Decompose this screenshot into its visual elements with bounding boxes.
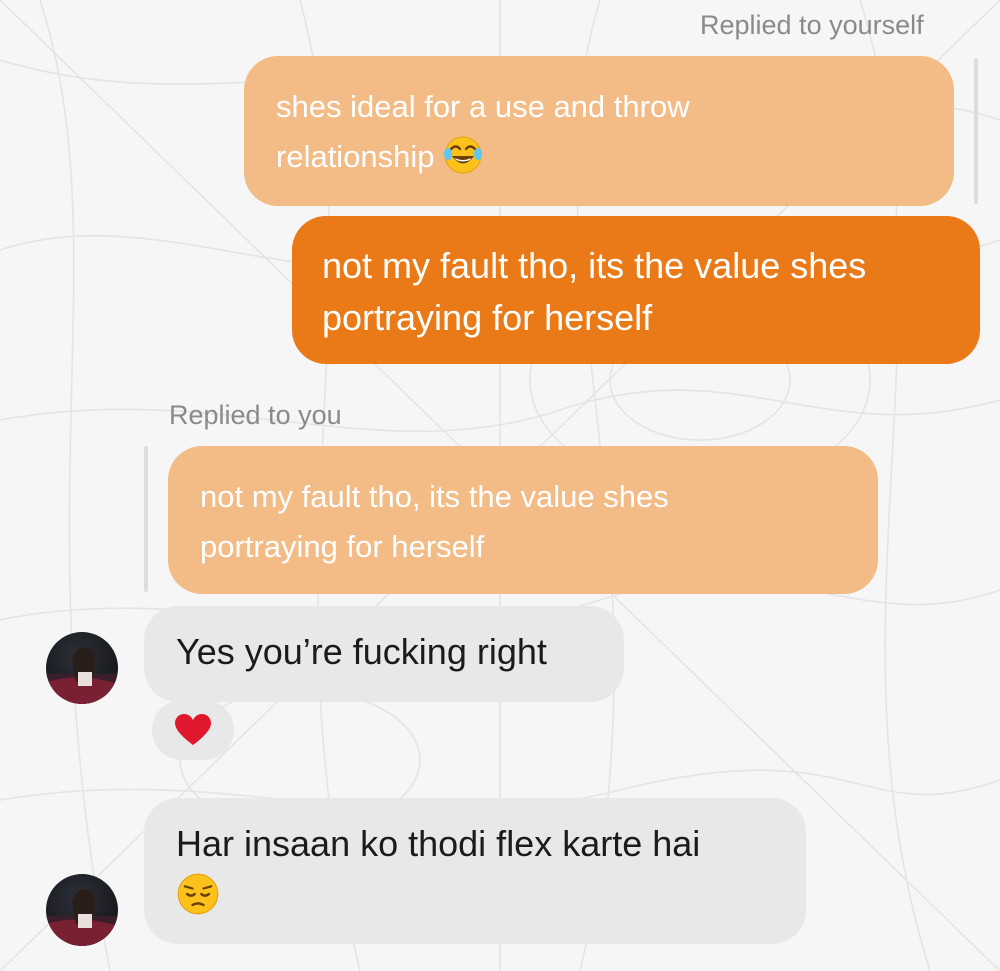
quoted-own-message[interactable]: shes ideal for a use and throw relations… (244, 56, 954, 206)
quoted-your-message[interactable]: not my fault tho, its the value shes por… (168, 446, 878, 594)
avatar-photo (46, 647, 118, 704)
quoted-own-message-line2-row: relationship (276, 132, 922, 182)
received-message-text: Yes you’re fucking right (176, 631, 547, 672)
sent-message-line2: portraying for herself (322, 297, 653, 338)
avatar-photo (46, 889, 118, 946)
replied-to-yourself-label: Replied to yourself (700, 10, 924, 40)
pensive-face-icon (177, 873, 219, 915)
received-message-bubble[interactable]: Yes you’re fucking right (144, 606, 624, 702)
received-message-text: Har insaan ko thodi flex karte hai (176, 823, 701, 864)
quoted-own-message-line1: shes ideal for a use and throw (276, 89, 690, 124)
face-with-tears-of-joy-icon (444, 136, 483, 174)
quoted-your-message-line2: portraying for herself (200, 529, 485, 564)
contact-avatar[interactable] (46, 632, 118, 704)
message-reaction[interactable] (152, 700, 234, 760)
reply-indicator-line (974, 58, 978, 204)
sent-message-line1: not my fault tho, its the value shes (322, 245, 867, 286)
received-message-emoji-row (176, 870, 774, 922)
red-heart-icon (175, 714, 211, 745)
quoted-your-message-line1: not my fault tho, its the value shes (200, 479, 669, 514)
replied-to-you-label: Replied to you (169, 400, 342, 430)
sent-message-bubble[interactable]: not my fault tho, its the value shes por… (292, 216, 980, 364)
quoted-own-message-line2: relationship (276, 139, 435, 174)
contact-avatar[interactable] (46, 874, 118, 946)
reply-indicator-line (144, 446, 148, 592)
received-message-bubble[interactable]: Har insaan ko thodi flex karte hai (144, 798, 806, 944)
